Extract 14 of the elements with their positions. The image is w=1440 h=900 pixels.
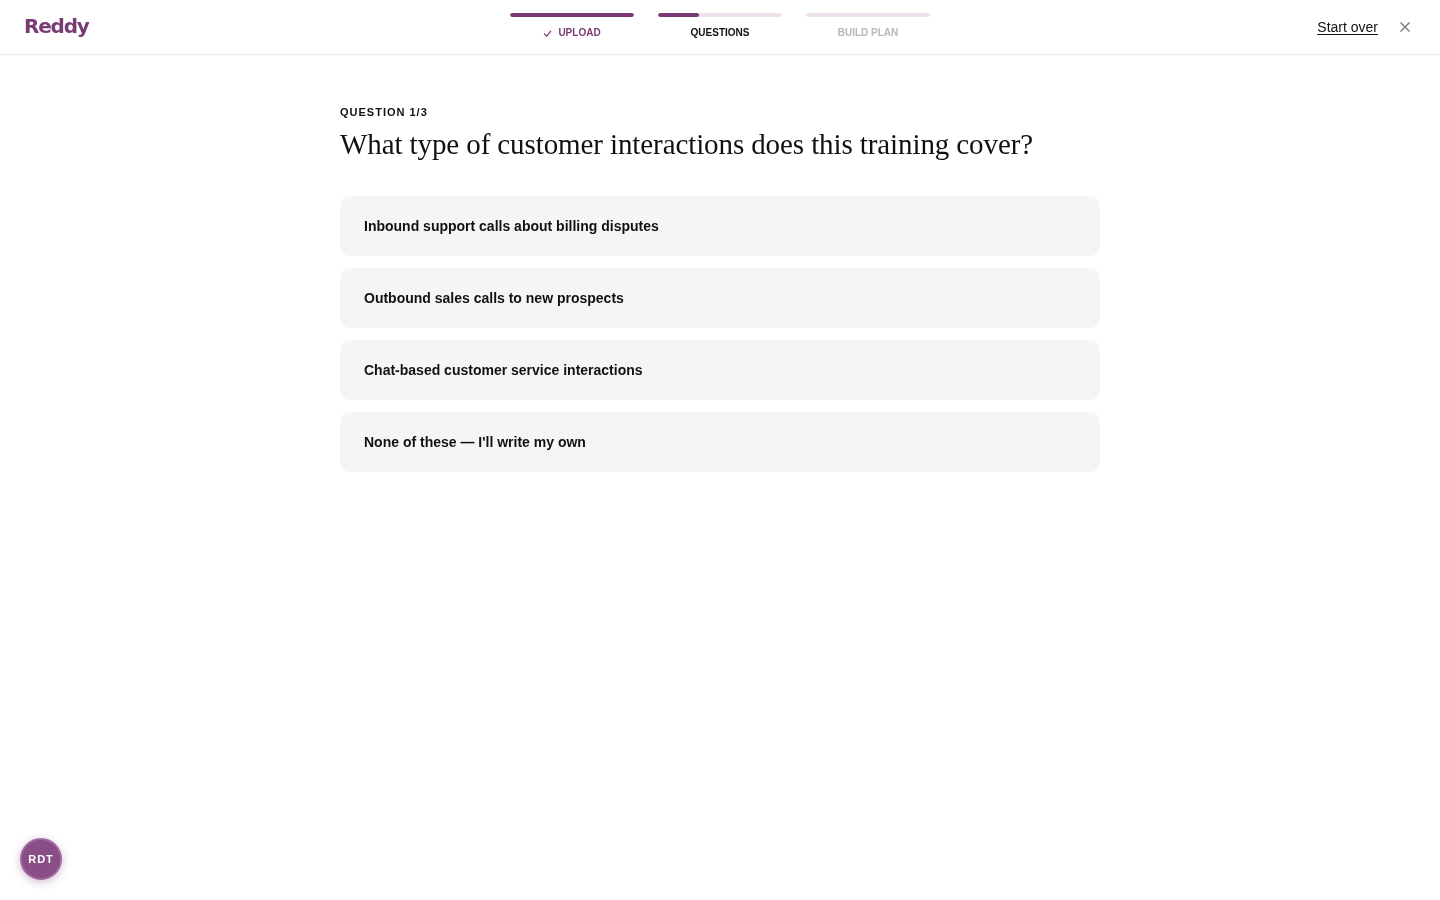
answer-option[interactable]: Inbound support calls about billing disputes bbox=[340, 196, 1100, 256]
answer-option[interactable]: None of these — I'll write my own bbox=[340, 412, 1100, 472]
step-label: BUILD PLAN bbox=[837, 27, 899, 39]
answer-option[interactable]: Chat-based customer service interactions bbox=[340, 340, 1100, 400]
question-title: What type of customer interactions does this training cover? bbox=[340, 127, 1034, 162]
answer-option[interactable]: Outbound sales calls to new prospects bbox=[340, 268, 1100, 328]
close-button[interactable] bbox=[1398, 20, 1412, 34]
close-icon bbox=[1400, 22, 1410, 32]
step-label: QUESTIONS bbox=[690, 27, 750, 39]
start-over-link[interactable]: Start over bbox=[1317, 19, 1378, 35]
user-avatar[interactable]: RDT bbox=[20, 838, 62, 880]
question-counter: QUESTION 1/3 bbox=[340, 106, 429, 119]
step-label: UPLOAD bbox=[558, 27, 601, 39]
logo: Reddy bbox=[24, 14, 89, 38]
